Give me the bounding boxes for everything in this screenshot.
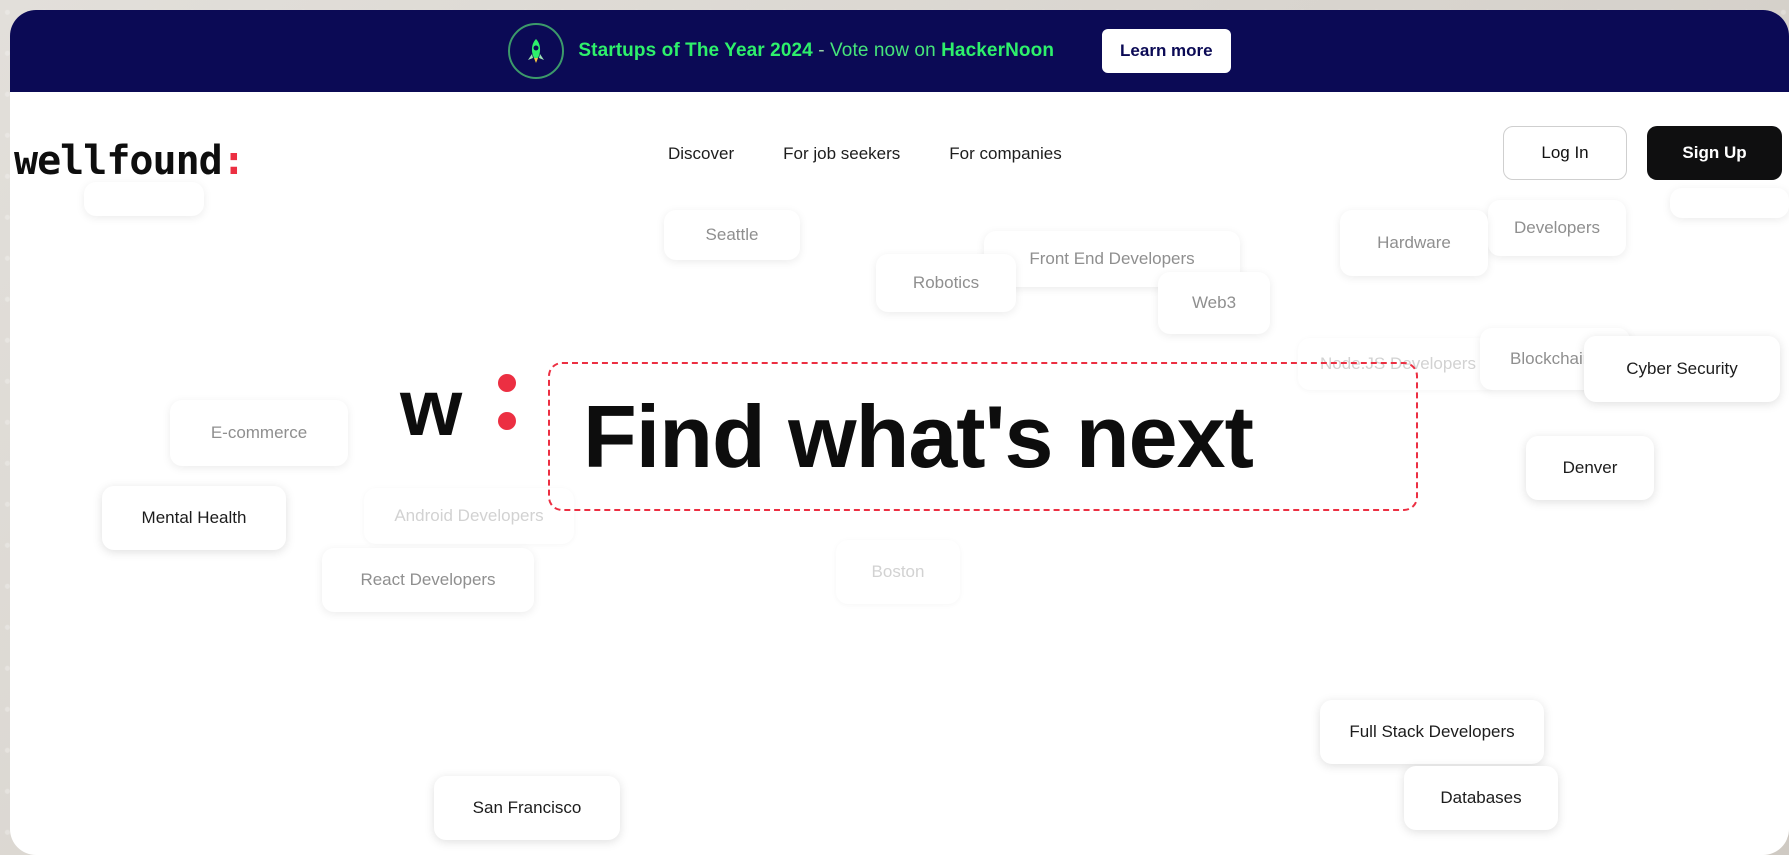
tag-chip-databases[interactable]: Databases	[1404, 766, 1558, 830]
logo-text: wellfound	[14, 138, 223, 184]
top-navbar: wellfound: Discover For job seekers For …	[10, 92, 1789, 210]
logo-colon: :	[221, 138, 246, 184]
nav-links: Discover For job seekers For companies	[668, 144, 1062, 164]
tag-chip-web3[interactable]: Web3	[1158, 272, 1270, 334]
tag-chip-full-stack-developers[interactable]: Full Stack Developers	[1320, 700, 1544, 764]
promo-banner-text[interactable]: Startups of The Year 2024 - Vote now on …	[578, 40, 1054, 62]
tag-chip-hardware[interactable]: Hardware	[1340, 210, 1488, 276]
hero-title: Find what's next	[583, 387, 1254, 486]
rocket-icon	[508, 23, 565, 79]
hero-logo-letter: w	[400, 363, 463, 452]
tag-chip-boston[interactable]: Boston	[836, 540, 960, 604]
promo-banner-content: Startups of The Year 2024 - Vote now on …	[508, 23, 1231, 79]
tag-chip-san-francisco[interactable]: San Francisco	[434, 776, 620, 840]
promo-plain-text: Vote now on	[830, 40, 942, 61]
nav-for-companies[interactable]: For companies	[949, 144, 1061, 164]
promo-banner: Startups of The Year 2024 - Vote now on …	[10, 10, 1789, 92]
nav-discover[interactable]: Discover	[668, 144, 734, 164]
tag-chip-robotics[interactable]: Robotics	[876, 254, 1016, 312]
tag-chip-e-commerce[interactable]: E-commerce	[170, 400, 348, 466]
hero-logo-dots	[498, 374, 516, 450]
login-button[interactable]: Log In	[1503, 126, 1627, 180]
tag-chip-partial[interactable]	[1670, 188, 1789, 218]
hero-logo-mark: w	[400, 362, 516, 454]
tag-chip-developers[interactable]: Developers	[1488, 200, 1626, 256]
browser-window: Startups of The Year 2024 - Vote now on …	[10, 10, 1789, 855]
tag-chip-denver[interactable]: Denver	[1526, 436, 1654, 500]
nav-for-job-seekers[interactable]: For job seekers	[783, 144, 900, 164]
tag-chip-cyber-security[interactable]: Cyber Security	[1584, 336, 1780, 402]
tag-chip-partial[interactable]	[84, 182, 204, 216]
tag-chip-seattle[interactable]: Seattle	[664, 210, 800, 260]
promo-highlight: Startups of The Year 2024	[578, 40, 813, 61]
tag-chip-react-developers[interactable]: React Developers	[322, 548, 534, 612]
tag-chip-mental-health[interactable]: Mental Health	[102, 486, 286, 550]
promo-separator: -	[812, 40, 831, 61]
signup-button[interactable]: Sign Up	[1647, 126, 1782, 180]
learn-more-button[interactable]: Learn more	[1102, 29, 1231, 73]
promo-hackernoon: HackerNoon	[941, 40, 1055, 61]
wellfound-logo[interactable]: wellfound:	[14, 138, 246, 184]
tag-chip-android-developers[interactable]: Android Developers	[364, 488, 574, 544]
